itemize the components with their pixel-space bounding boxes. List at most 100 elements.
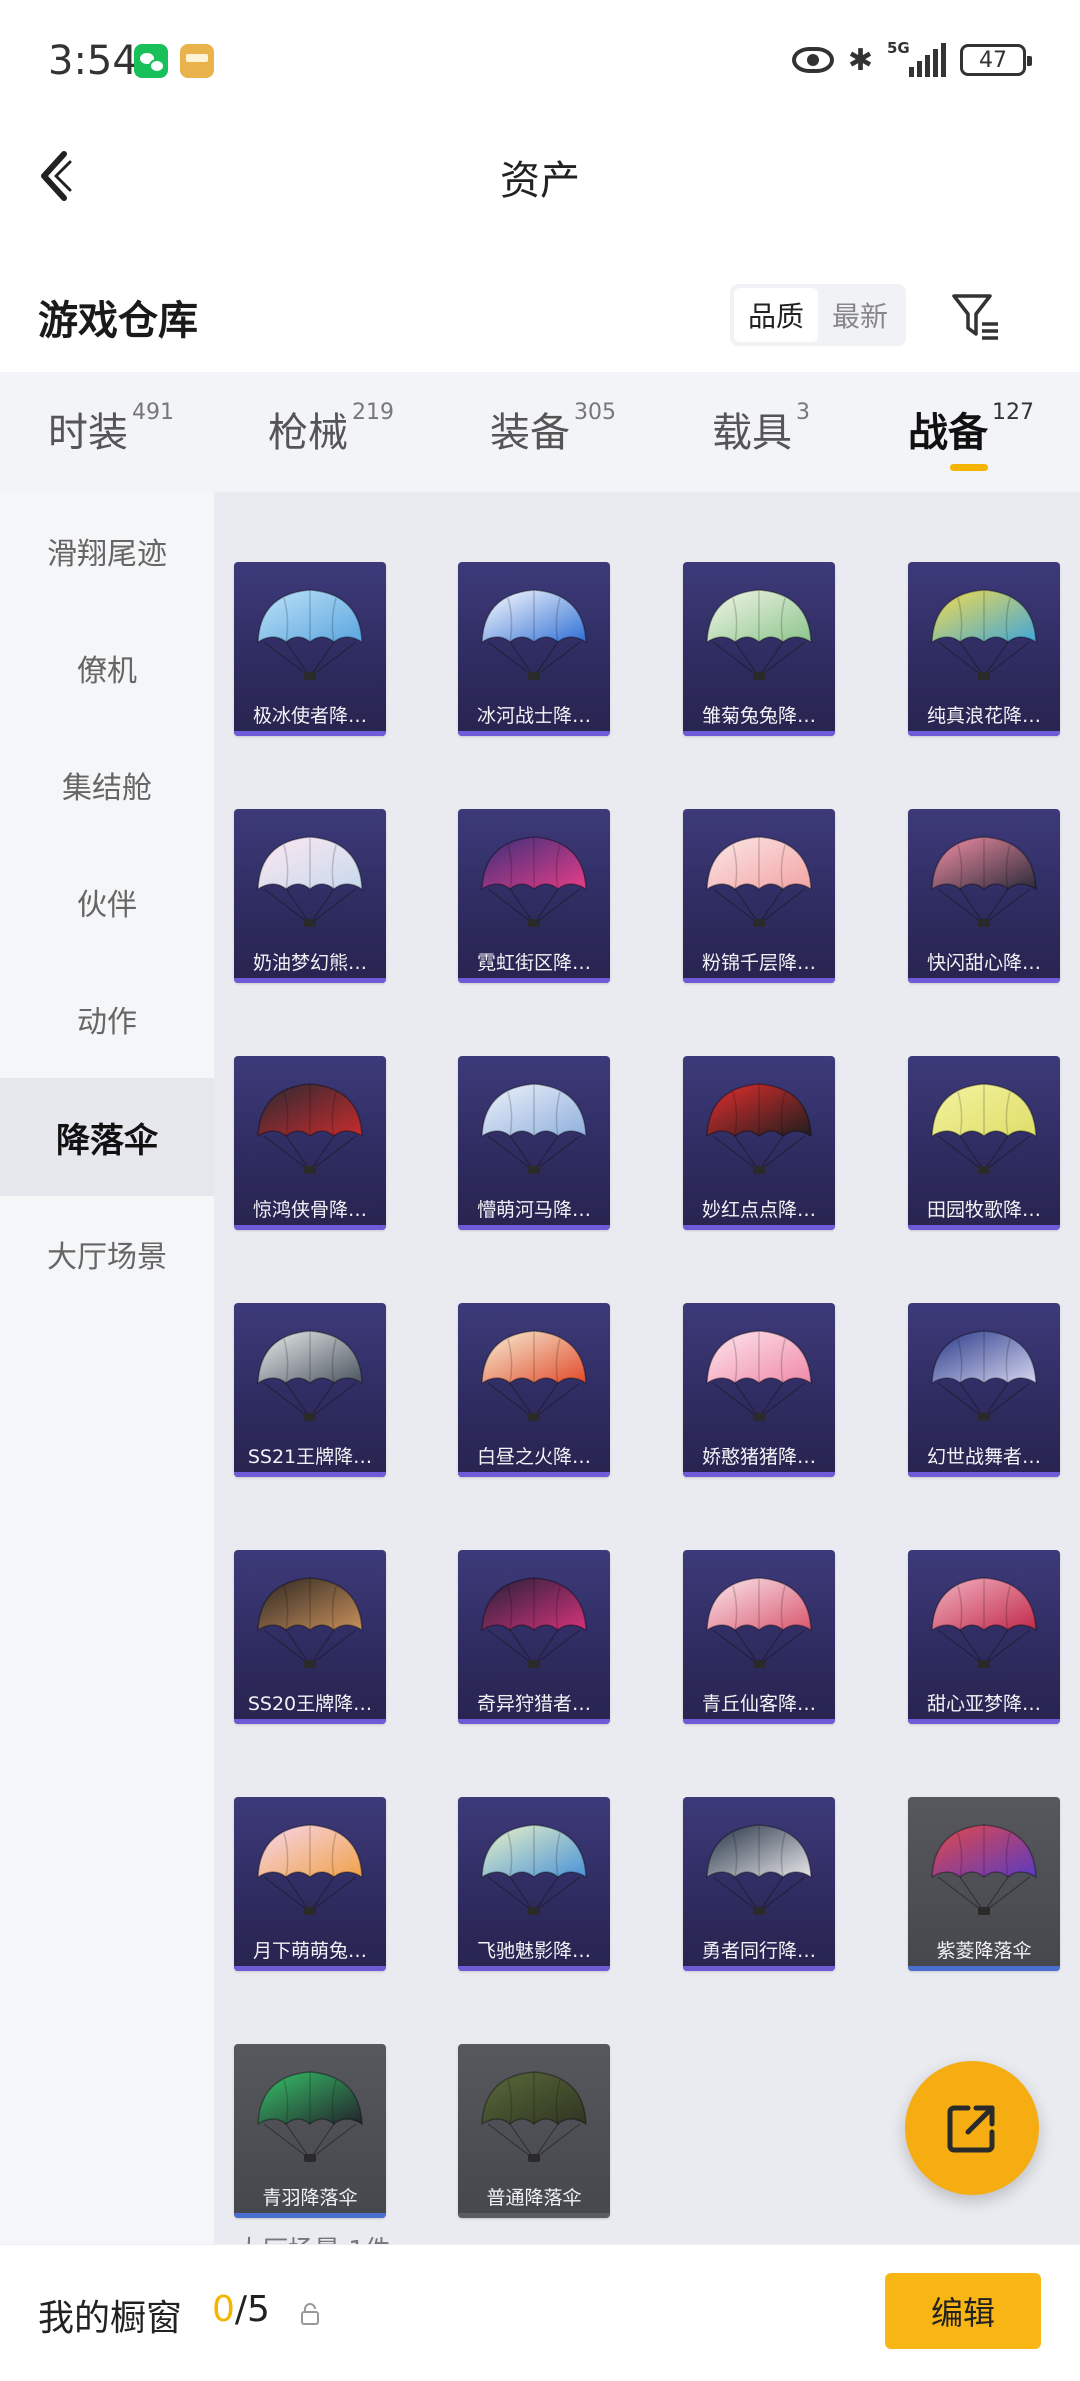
bottom-bar: 我的橱窗 0/5 编辑 (0, 2244, 1080, 2381)
sidebar-item-companion[interactable]: 伙伴 (0, 843, 214, 961)
section-bar: 游戏仓库 品质 最新 (0, 262, 1080, 372)
tab-costume[interactable]: 时装 491 (48, 400, 174, 470)
parachute-card[interactable]: 妙红点点降… (683, 1056, 835, 1230)
parachute-card[interactable]: 田园牧歌降… (908, 1056, 1060, 1230)
parachute-card[interactable]: SS20王牌降… (234, 1550, 386, 1724)
eye-icon (791, 47, 834, 73)
showcase-count: 0/5 (212, 2289, 270, 2330)
parachute-image (931, 836, 1037, 927)
parachute-name: 霓虹街区降… (476, 952, 591, 974)
parachute-card[interactable]: 娇憨猪猪降… (683, 1303, 835, 1477)
parachute-card[interactable]: 月下萌萌兔… (234, 1797, 386, 1971)
showcase-count-total: /5 (234, 2289, 270, 2330)
parachute-image (481, 589, 587, 680)
parachute-image (257, 1824, 363, 1915)
parachute-name: SS21王牌降… (247, 1446, 373, 1468)
parachute-image (481, 2071, 587, 2162)
tab-weapons[interactable]: 枪械 219 (268, 400, 394, 470)
parachute-name: 勇者同行降… (701, 1940, 816, 1962)
parachute-card[interactable]: 霓虹街区降… (458, 809, 610, 983)
sidebar-item-parachute[interactable]: 降落伞 (0, 1078, 214, 1196)
tab-count: 305 (574, 400, 616, 425)
parachute-card[interactable]: 奶油梦幻熊… (234, 809, 386, 983)
tab-label: 枪械 (268, 410, 348, 456)
sidebar-item-assembly-pod[interactable]: 集结舱 (0, 726, 214, 844)
parachute-image (931, 1577, 1037, 1668)
parachute-name: 雏菊兔兔降… (701, 705, 816, 727)
parachute-card[interactable]: 粉锦千层降… (683, 809, 835, 983)
parachute-image (257, 836, 363, 927)
tab-label: 战备 (908, 410, 988, 456)
parachute-image (481, 836, 587, 927)
parachute-name: 懵萌河马降… (476, 1199, 591, 1221)
wechat-notification-icon (134, 44, 168, 78)
parachute-card[interactable]: 纯真浪花降… (908, 562, 1060, 736)
tab-count: 219 (352, 400, 394, 425)
tab-label: 载具 (712, 410, 792, 456)
parachute-card[interactable]: 懵萌河马降… (458, 1056, 610, 1230)
showcase-count-current: 0 (212, 2289, 235, 2330)
signal-icon: 5G (887, 41, 946, 77)
parachute-image (481, 1577, 587, 1668)
tab-equipment[interactable]: 装备 305 (490, 400, 616, 470)
sidebar-item-wingman[interactable]: 僚机 (0, 609, 214, 727)
parachute-image (706, 1824, 812, 1915)
lock-icon (301, 2303, 319, 2325)
parachute-image (257, 1577, 363, 1668)
filter-icon[interactable] (950, 290, 1004, 344)
sort-by-quality[interactable]: 品质 (734, 288, 818, 342)
status-indicators: ✱ 5G 47 (791, 40, 1032, 80)
battery-icon: 47 (960, 44, 1032, 76)
sort-by-newest[interactable]: 最新 (818, 288, 902, 342)
parachute-card[interactable]: 冰河战士降… (458, 562, 610, 736)
parachute-name: 奶油梦幻熊… (252, 952, 367, 974)
section-title: 游戏仓库 (38, 298, 198, 344)
sidebar-item-emote[interactable]: 动作 (0, 960, 214, 1078)
parachute-name: 白昼之火降… (476, 1446, 591, 1468)
parachute-card[interactable]: 奇异狩猎者… (458, 1550, 610, 1724)
status-bar: 3:54 ✱ 5G 47 (0, 0, 1080, 120)
parachute-image (931, 589, 1037, 680)
parachute-image (257, 589, 363, 680)
parachute-card[interactable]: 白昼之火降… (458, 1303, 610, 1477)
parachute-image (706, 589, 812, 680)
parachute-card[interactable]: 勇者同行降… (683, 1797, 835, 1971)
parachute-card[interactable]: 快闪甜心降… (908, 809, 1060, 983)
share-button[interactable] (905, 2061, 1039, 2195)
tab-vehicles[interactable]: 载具 3 (712, 400, 810, 470)
parachute-image (481, 1824, 587, 1915)
parachute-image (931, 1330, 1037, 1421)
parachute-name: 青羽降落伞 (262, 2187, 358, 2209)
parachute-name: 极冰使者降… (252, 705, 367, 727)
sidebar: 滑翔尾迹 僚机 集结舱 伙伴 动作 降落伞 大厅场景 (0, 492, 214, 2244)
parachute-name: 月下萌萌兔… (252, 1940, 367, 1962)
parachute-card[interactable]: 雏菊兔兔降… (683, 562, 835, 736)
parachute-card[interactable]: 幻世战舞者… (908, 1303, 1060, 1477)
parachute-card[interactable]: 紫菱降落伞 (908, 1797, 1060, 1971)
tab-war-supplies[interactable]: 战备 127 (908, 400, 1034, 470)
parachute-card[interactable]: SS21王牌降… (234, 1303, 386, 1477)
parachute-name: 飞驰魅影降… (476, 1940, 591, 1962)
parachute-image (257, 2071, 363, 2162)
parachute-image (706, 1330, 812, 1421)
parachute-card[interactable]: 青羽降落伞 (234, 2044, 386, 2218)
sidebar-item-glide-trail[interactable]: 滑翔尾迹 (0, 492, 214, 610)
tab-count: 127 (992, 400, 1034, 425)
edit-button[interactable]: 编辑 (885, 2273, 1041, 2349)
parachute-card[interactable]: 普通降落伞 (458, 2044, 610, 2218)
parachute-image (706, 836, 812, 927)
page-header: 资产 (0, 120, 1080, 232)
parachute-card[interactable]: 极冰使者降… (234, 562, 386, 736)
tab-label: 装备 (490, 410, 570, 456)
parachute-card[interactable]: 青丘仙客降… (683, 1550, 835, 1724)
parachute-card[interactable]: 惊鸿侠骨降… (234, 1056, 386, 1230)
parachute-image (931, 1083, 1037, 1174)
sidebar-item-lobby-scene[interactable]: 大厅场景 (0, 1195, 214, 1313)
showcase-label: 我的橱窗 (38, 2298, 183, 2339)
active-tab-indicator (950, 464, 988, 471)
parachute-image (257, 1083, 363, 1174)
parachute-card[interactable]: 飞驰魅影降… (458, 1797, 610, 1971)
item-grid: 极冰使者降… 冰河战士降… 雏菊兔兔降… 纯真浪花降… 奶油梦幻熊… 霓虹街区降… 粉锦千层… (214, 492, 1080, 2244)
parachute-name: 田园牧歌降… (926, 1199, 1041, 1221)
parachute-card[interactable]: 甜心亚梦降… (908, 1550, 1060, 1724)
